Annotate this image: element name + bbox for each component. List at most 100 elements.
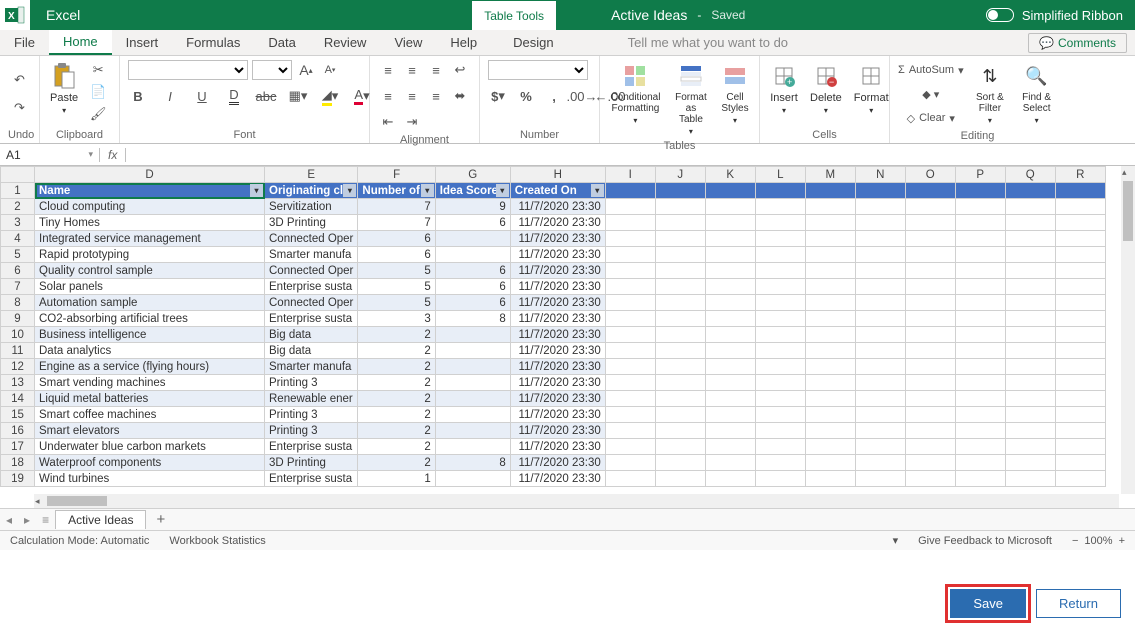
cell[interactable]: 2 — [358, 423, 435, 439]
cell[interactable] — [755, 231, 805, 247]
cell[interactable] — [905, 199, 955, 215]
cell[interactable] — [855, 391, 905, 407]
format-as-table-button[interactable]: Format as Table▾ — [671, 60, 711, 138]
row-header-14[interactable]: 14 — [1, 391, 35, 407]
cell[interactable] — [855, 359, 905, 375]
tab-review[interactable]: Review — [310, 30, 381, 55]
cell[interactable] — [805, 471, 855, 487]
col-header-E[interactable]: E — [265, 167, 358, 183]
cell[interactable] — [1055, 375, 1105, 391]
sheet-nav-prev[interactable]: ◂ — [0, 513, 18, 527]
cell[interactable]: 6 — [435, 279, 510, 295]
cell[interactable]: Smarter manufa — [265, 247, 358, 263]
cell[interactable]: Printing 3 — [265, 423, 358, 439]
cell[interactable] — [905, 183, 955, 199]
cell[interactable] — [655, 391, 705, 407]
cell[interactable]: 11/7/2020 23:30 — [510, 359, 605, 375]
cell[interactable]: Connected Oper — [265, 295, 358, 311]
cell[interactable]: Liquid metal batteries — [35, 391, 265, 407]
tab-home[interactable]: Home — [49, 30, 112, 55]
cell[interactable] — [1005, 215, 1055, 231]
cell[interactable] — [955, 199, 1005, 215]
cell[interactable] — [955, 455, 1005, 471]
cell[interactable] — [905, 263, 955, 279]
col-header-I[interactable]: I — [605, 167, 655, 183]
cell[interactable] — [655, 279, 705, 295]
cell[interactable] — [855, 279, 905, 295]
cell[interactable] — [805, 311, 855, 327]
cell[interactable] — [605, 295, 655, 311]
cell[interactable] — [705, 183, 755, 199]
row-header-4[interactable]: 4 — [1, 231, 35, 247]
cell[interactable] — [755, 311, 805, 327]
cell[interactable]: Printing 3 — [265, 407, 358, 423]
cut-button[interactable]: ✂ — [88, 60, 108, 80]
cell[interactable] — [955, 279, 1005, 295]
cell[interactable] — [755, 423, 805, 439]
cell[interactable] — [435, 407, 510, 423]
cell[interactable] — [605, 311, 655, 327]
cell[interactable] — [655, 423, 705, 439]
cell[interactable] — [705, 215, 755, 231]
cell[interactable] — [855, 199, 905, 215]
cell[interactable] — [705, 279, 755, 295]
tab-insert[interactable]: Insert — [112, 30, 173, 55]
cell[interactable]: 11/7/2020 23:30 — [510, 263, 605, 279]
cell[interactable]: 5 — [358, 263, 435, 279]
cell[interactable] — [655, 375, 705, 391]
cell[interactable] — [1005, 183, 1055, 199]
cell[interactable] — [655, 183, 705, 199]
cell[interactable] — [755, 343, 805, 359]
spreadsheet-grid[interactable]: DEFGHIJKLMNOPQR1Name▾Originating cl▾Numb… — [0, 166, 1135, 508]
strikethrough-button[interactable]: abc — [256, 86, 276, 106]
cell[interactable]: Enterprise susta — [265, 471, 358, 487]
cell[interactable]: 2 — [358, 407, 435, 423]
cell[interactable] — [1005, 247, 1055, 263]
cell[interactable]: 2 — [358, 391, 435, 407]
col-header-K[interactable]: K — [705, 167, 755, 183]
cell[interactable] — [805, 231, 855, 247]
cell[interactable] — [1005, 359, 1055, 375]
cell[interactable] — [805, 215, 855, 231]
cell[interactable]: 2 — [358, 343, 435, 359]
cell[interactable]: Wind turbines — [35, 471, 265, 487]
cell[interactable]: 3D Printing — [265, 455, 358, 471]
cell[interactable] — [905, 311, 955, 327]
cell[interactable] — [905, 423, 955, 439]
tab-file[interactable]: File — [0, 30, 49, 55]
cell[interactable] — [435, 471, 510, 487]
cell[interactable] — [605, 263, 655, 279]
italic-button[interactable]: I — [160, 86, 180, 106]
cell[interactable] — [755, 183, 805, 199]
cell[interactable] — [1005, 279, 1055, 295]
cell[interactable] — [705, 247, 755, 263]
cell[interactable]: 11/7/2020 23:30 — [510, 375, 605, 391]
cell[interactable] — [1005, 311, 1055, 327]
cell[interactable]: Rapid prototyping — [35, 247, 265, 263]
double-underline-button[interactable]: D — [224, 86, 244, 106]
cell[interactable] — [1005, 343, 1055, 359]
col-header-J[interactable]: J — [655, 167, 705, 183]
cell[interactable] — [755, 263, 805, 279]
cell[interactable]: 11/7/2020 23:30 — [510, 295, 605, 311]
currency-button[interactable]: $▾ — [488, 86, 508, 106]
col-header-D[interactable]: D — [35, 167, 265, 183]
cell[interactable] — [605, 215, 655, 231]
cell[interactable] — [1005, 327, 1055, 343]
row-header-7[interactable]: 7 — [1, 279, 35, 295]
cell[interactable] — [705, 375, 755, 391]
cell[interactable] — [905, 231, 955, 247]
tab-design[interactable]: Design — [499, 30, 567, 55]
cell[interactable] — [1055, 263, 1105, 279]
cell[interactable] — [955, 343, 1005, 359]
decrease-indent-button[interactable]: ⇤ — [378, 112, 398, 132]
align-bottom-button[interactable]: ≡ — [426, 60, 446, 80]
delete-cells-button[interactable]: − Delete▾ — [808, 60, 844, 117]
undo-button[interactable]: ↶ — [10, 70, 30, 90]
cell[interactable] — [805, 391, 855, 407]
cell[interactable] — [755, 439, 805, 455]
row-header-9[interactable]: 9 — [1, 311, 35, 327]
tab-formulas[interactable]: Formulas — [172, 30, 254, 55]
cell[interactable]: 11/7/2020 23:30 — [510, 311, 605, 327]
cell[interactable] — [435, 343, 510, 359]
